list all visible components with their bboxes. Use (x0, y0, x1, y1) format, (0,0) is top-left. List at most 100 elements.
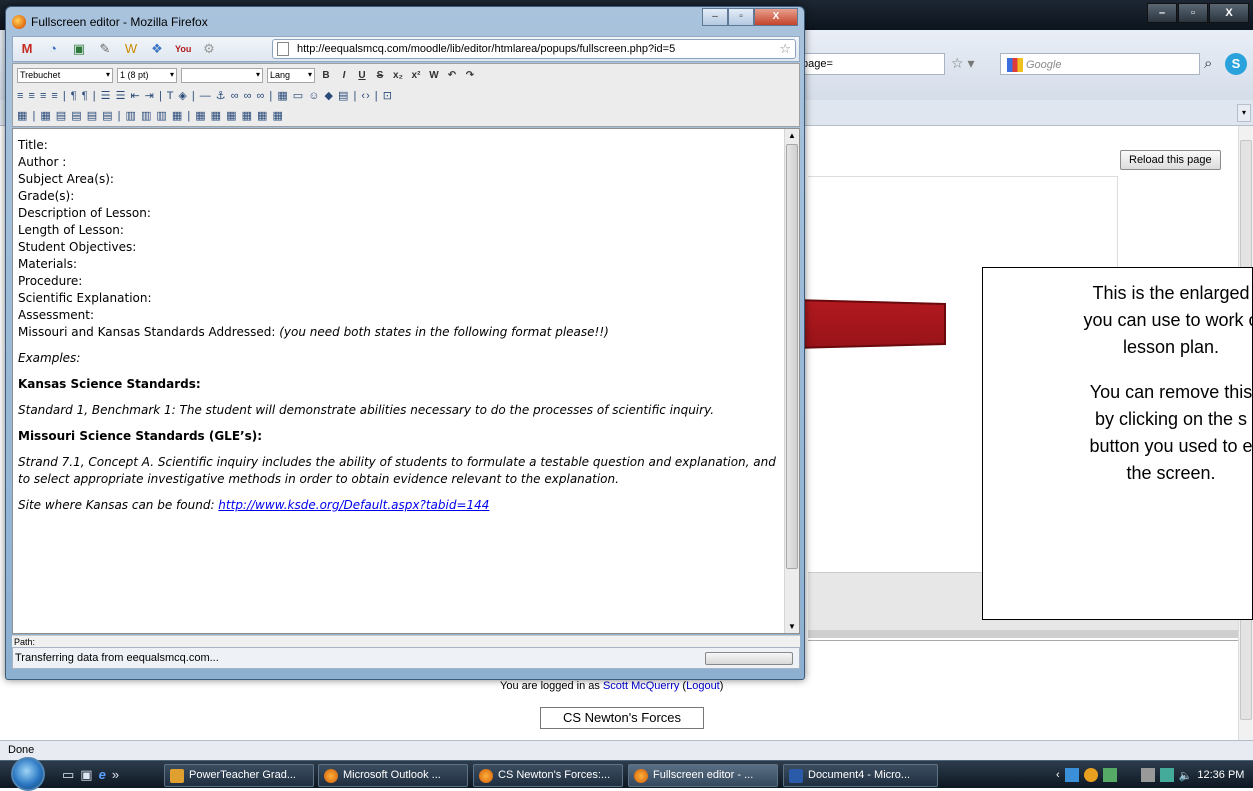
clock[interactable]: 12:36 PM (1197, 769, 1244, 781)
taskbar-item-document4[interactable]: Document4 - Micro... (783, 764, 938, 787)
toolbar-row-2: ≡ ≡ ≡ ≡ | ¶ ¶ | ☰ ☰ ⇤ ⇥ | T ◈ | — ⚓ ∞ ∞ … (17, 86, 393, 105)
kansas-text: Standard 1, Benchmark 1: The student wil… (18, 403, 715, 417)
callout-para-2: You can remove this by clicking on the s b… (991, 379, 1253, 487)
superscript-button[interactable]: x² (409, 70, 423, 81)
fullscreen-editor-window: Fullscreen editor - Mozilla Firefox – ▫ … (5, 6, 805, 680)
word-clean-button[interactable]: W (427, 70, 441, 81)
taskbar-label: Document4 - Micro... (808, 769, 911, 781)
tray-app-icon[interactable] (1140, 768, 1155, 782)
site-label: Site where Kansas can be found: (18, 498, 219, 512)
search-go-icon[interactable]: ⌕ (1204, 55, 1212, 72)
w-icon[interactable]: W (123, 41, 139, 57)
font-select[interactable]: Trebuchet ▾ (17, 68, 113, 83)
switch-windows-icon[interactable]: ▣ (80, 767, 92, 783)
tray-app-icon[interactable] (1083, 768, 1098, 782)
field-objectives: Student Objectives: (18, 240, 137, 254)
popup-close-button[interactable]: X (754, 8, 798, 26)
field-assessment: Assessment: (18, 308, 95, 322)
popup-maximize-button[interactable]: ▫ (728, 8, 754, 26)
callout-line: button you used to e (1089, 436, 1253, 456)
swirl-icon[interactable]: ◔ (45, 41, 61, 57)
scroll-down-icon[interactable]: ▼ (788, 622, 796, 631)
maximize-button[interactable]: ▫ (1178, 3, 1208, 23)
ie-icon[interactable]: e (99, 767, 106, 783)
standards-label: Missouri and Kansas Standards Addressed: (18, 325, 280, 339)
background-editor-scroll (808, 630, 1238, 638)
format-select[interactable]: ▾ (181, 68, 263, 83)
align-icons[interactable]: ≡ ≡ ≡ ≡ | ¶ ¶ | ☰ ☰ ⇤ ⇥ | T ◈ | — ⚓ ∞ ∞ … (17, 89, 393, 102)
popup-window-buttons: – ▫ X (702, 8, 798, 26)
firefox-icon (479, 769, 493, 783)
google-search-input[interactable]: Google (1000, 53, 1200, 75)
chevron-icon[interactable]: » (112, 767, 119, 783)
taskbar-item-powerteacher[interactable]: PowerTeacher Grad... (164, 764, 314, 787)
undo-button[interactable]: ↶ (445, 70, 459, 81)
windows-start-icon[interactable] (11, 757, 45, 791)
gmail-icon[interactable]: M (19, 41, 35, 57)
table-icons[interactable]: ▦ | ▦ ▤ ▤ ▤ ▤ | ▥ ▥ ▥ ▦ | ▦ ▦ ▦ ▦ ▦ ▦ (17, 109, 284, 122)
word-icon (789, 769, 803, 783)
user-link[interactable]: Scott McQuerry (603, 680, 679, 692)
background-url-bar[interactable]: page= (795, 53, 945, 75)
taskbar-label: CS Newton's Forces:... (498, 769, 611, 781)
bookmark-star-icon[interactable]: ☆ ▾ (947, 53, 992, 75)
progress-bar (705, 652, 793, 665)
taskbar-item-fullscreen-editor[interactable]: Fullscreen editor - ... (628, 764, 778, 787)
tray-app-icon[interactable] (1102, 768, 1117, 782)
size-select[interactable]: 1 (8 pt) ▾ (117, 68, 177, 83)
standards-note: (you need both states in the following f… (279, 325, 609, 339)
taskbar-item-cs-newton[interactable]: CS Newton's Forces:... (473, 764, 623, 787)
powerteacher-icon (170, 769, 184, 783)
site-line: Site where Kansas can be found: http://w… (18, 497, 783, 514)
underline-button[interactable]: U (355, 70, 369, 81)
course-button[interactable]: CS Newton's Forces (540, 707, 704, 729)
reload-page-button[interactable]: Reload this page (1120, 150, 1221, 170)
italic-button[interactable]: I (337, 70, 351, 81)
youtube-icon[interactable]: You (175, 41, 191, 57)
page-edit-icon[interactable]: ▣ (71, 41, 87, 57)
volume-icon[interactable]: 🔈 (1179, 769, 1193, 782)
tray-expand-icon[interactable]: ‹ (1056, 769, 1060, 781)
popup-minimize-button[interactable]: – (702, 8, 728, 26)
taskbar-label: Microsoft Outlook ... (343, 769, 441, 781)
popup-url-bar[interactable]: http://eequalsmcq.com/moodle/lib/editor/… (272, 39, 796, 59)
browser-status-bar: Done (0, 740, 1253, 760)
skype-icon[interactable]: S (1225, 53, 1247, 75)
subscript-button[interactable]: x₂ (391, 70, 405, 81)
wrench-icon[interactable]: ✎ (97, 41, 113, 57)
callout-line: the screen. (1126, 463, 1216, 483)
redo-button[interactable]: ↷ (463, 70, 477, 81)
puzzle-icon[interactable]: ❖ (149, 41, 165, 57)
field-materials: Materials: (18, 257, 78, 271)
field-grade: Grade(s): (18, 189, 75, 203)
callout-para-1: This is the enlarged you can use to work … (991, 280, 1252, 361)
editor-content[interactable]: Title: Author : Subject Area(s): Grade(s… (18, 137, 783, 514)
taskbar-label: PowerTeacher Grad... (189, 769, 296, 781)
divider (808, 640, 1238, 641)
callout-line: This is the enlarged (1092, 283, 1250, 303)
minimize-button[interactable]: – (1147, 3, 1177, 23)
field-length: Length of Lesson: (18, 223, 124, 237)
tab-scroll-button[interactable]: ▾ (1237, 104, 1251, 122)
editor-area[interactable]: Title: Author : Subject Area(s): Grade(s… (12, 128, 800, 634)
system-tray: ‹ 🔈 12:36 PM (1048, 762, 1253, 788)
bold-button[interactable]: B (319, 70, 333, 81)
scroll-up-icon[interactable]: ▲ (788, 131, 796, 140)
tray-app-icon[interactable] (1064, 768, 1079, 782)
star-icon[interactable]: ☆ (779, 41, 791, 57)
show-desktop-icon[interactable]: ▭ (62, 767, 74, 783)
editor-scroll-thumb[interactable] (786, 144, 798, 569)
examples-label: Examples: (18, 351, 81, 365)
popup-titlebar: Fullscreen editor - Mozilla Firefox (12, 12, 208, 32)
strike-button[interactable]: S (373, 70, 387, 81)
close-button[interactable]: X (1209, 3, 1249, 23)
gear-icon[interactable]: ⚙ (201, 41, 217, 57)
editor-scrollbar[interactable]: ▲ ▼ (784, 129, 799, 633)
taskbar-item-outlook[interactable]: Microsoft Outlook ... (318, 764, 468, 787)
lang-select[interactable]: Lang ▾ (267, 68, 315, 83)
logout-link[interactable]: Logout (686, 680, 720, 692)
google-icon (1007, 58, 1023, 72)
network-icon[interactable] (1159, 768, 1174, 782)
background-window-buttons: – ▫ X (1147, 3, 1249, 23)
kansas-site-link[interactable]: http://www.ksde.org/Default.aspx?tabid=1… (218, 498, 489, 512)
